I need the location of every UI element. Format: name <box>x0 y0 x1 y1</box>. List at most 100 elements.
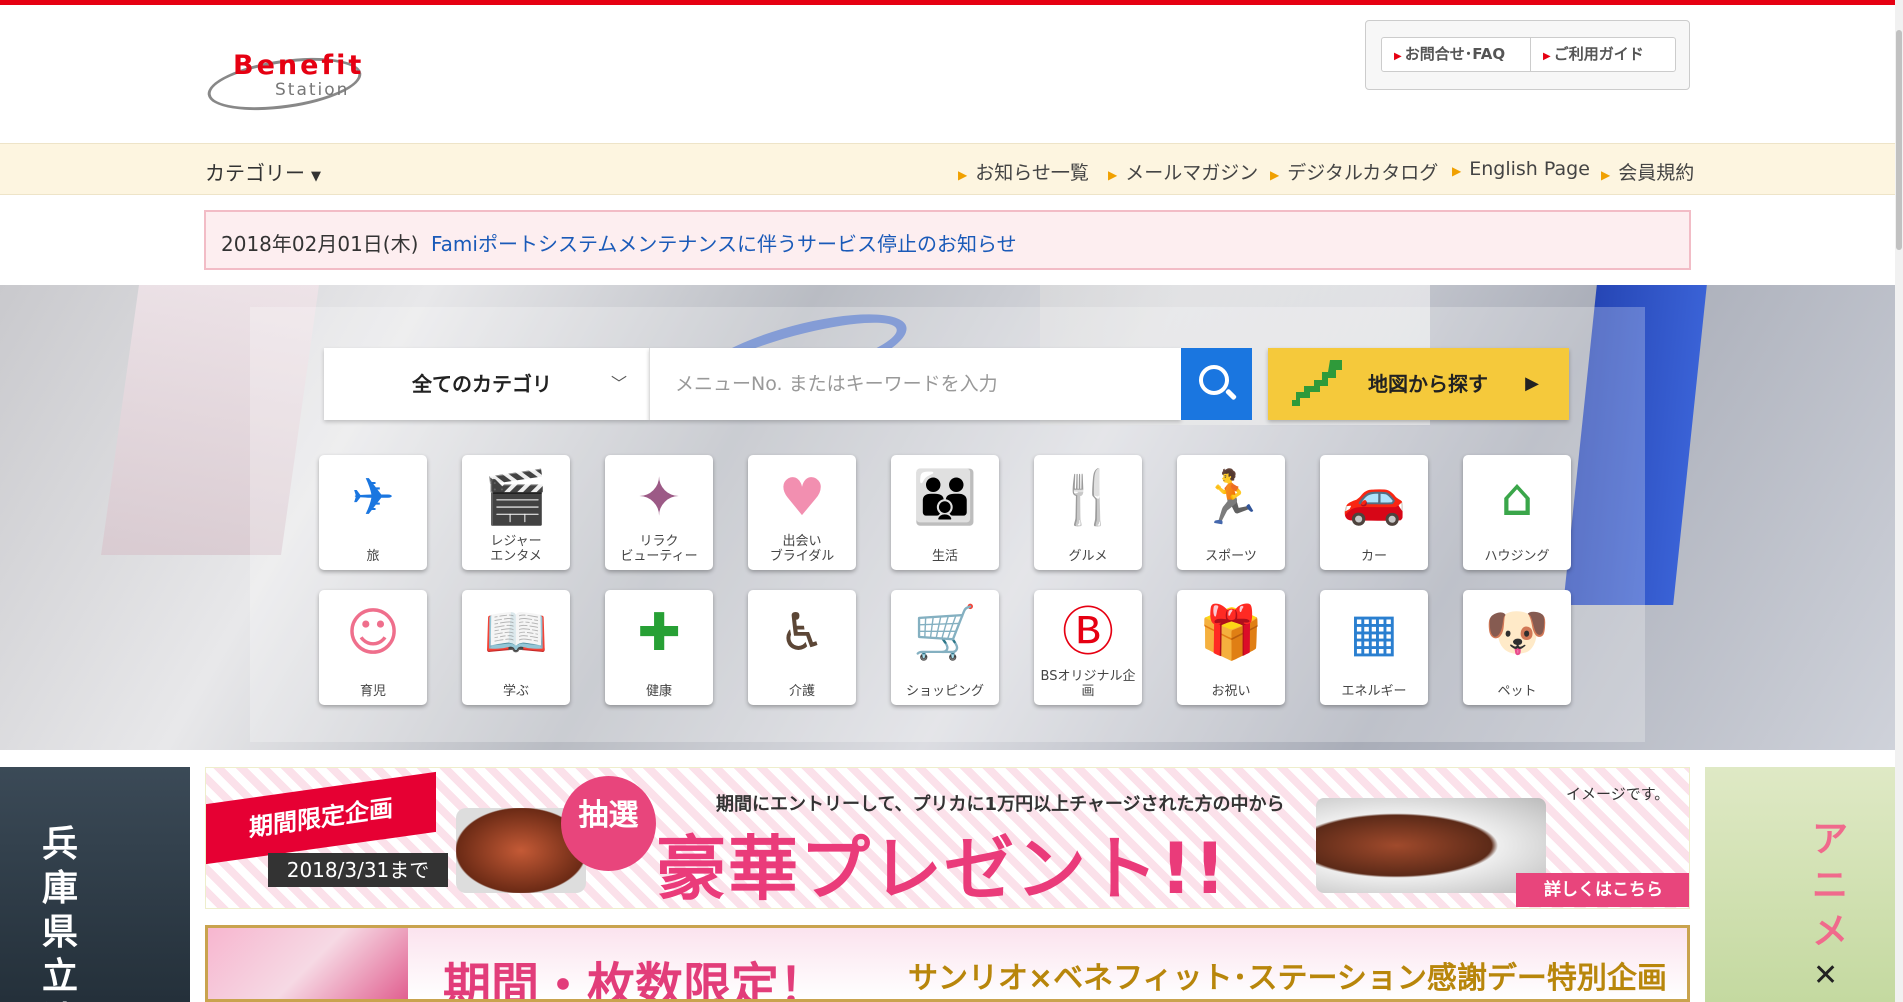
nav-link-label: お知らせ一覧 <box>975 162 1089 184</box>
category-tile[interactable]: 🐶 ペット <box>1463 590 1571 705</box>
nav-link-digital-catalog[interactable]: ▶ デジタルカタログ <box>1270 158 1438 185</box>
house-icon: ⌂ <box>1500 468 1534 528</box>
triangle-right-icon: ▶ <box>1270 168 1280 182</box>
image-note: イメージです。 <box>1566 785 1670 803</box>
category-label: カー <box>1360 549 1387 564</box>
triangle-right-icon: ▶ <box>1525 373 1539 394</box>
promo-tag: 期間限定企画 <box>206 771 436 865</box>
triangle-right-icon: ▶ <box>1452 164 1462 178</box>
map-search-button[interactable]: 地図から探す ▶ <box>1268 348 1569 420</box>
right-side-ad[interactable]: アニメ <box>1705 767 1895 1002</box>
category-label: リラク ビューティー <box>620 534 698 564</box>
gift-icon: 🎁 <box>1198 603 1264 663</box>
plus-cross-icon: ✚ <box>637 603 681 663</box>
promo-details-button[interactable]: 詳しくはこちら <box>1516 873 1689 907</box>
category-tile[interactable]: 🚗 カー <box>1320 455 1428 570</box>
promo-banner-sanrio[interactable]: 期間・枚数限定！ サンリオ×ベネフィット･ステーション感謝デー特別企画 <box>205 925 1690 1002</box>
left-ad-text: 兵庫県立淡 <box>41 823 78 1002</box>
category-label: 出会い ブライダル <box>769 534 835 564</box>
category-label: お祝い <box>1211 684 1251 699</box>
search-button[interactable] <box>1181 348 1252 420</box>
japan-map-icon <box>1292 360 1342 406</box>
faq-label: お問合せ･FAQ <box>1404 45 1506 63</box>
right-ad-text: アニメ <box>1811 819 1848 952</box>
category-label: 生活 <box>931 549 958 564</box>
category-tile[interactable]: 🍴 グルメ <box>1034 455 1142 570</box>
nav-link-terms[interactable]: ▶ 会員規約 <box>1601 158 1694 185</box>
category-label: エネルギー <box>1341 684 1407 699</box>
category-tile[interactable]: 📖 学ぶ <box>462 590 570 705</box>
news-date: 2018年02月01日(木) <box>221 232 419 256</box>
category-tile[interactable]: Ⓑ BSオリジナル企画 <box>1034 590 1142 705</box>
category-tile[interactable]: ✦ リラク ビューティー <box>605 455 713 570</box>
search-input[interactable] <box>649 348 1181 420</box>
promo-until-date: 2018/3/31まで <box>268 853 448 887</box>
category-label: 旅 <box>366 549 380 564</box>
category-label: ハウジング <box>1484 549 1550 564</box>
nav-link-label: メールマガジン <box>1125 162 1259 184</box>
bs-logo-icon: Ⓑ <box>1061 603 1114 663</box>
category-menu[interactable]: カテゴリー ▼ <box>205 157 321 186</box>
category-tile[interactable]: ▦ エネルギー <box>1320 590 1428 705</box>
scrollbar[interactable] <box>1895 0 1903 1002</box>
faq-button[interactable]: ▶ お問合せ･FAQ <box>1381 37 1531 72</box>
fork-knife-icon: 🍴 <box>1055 468 1121 528</box>
caret-down-icon: ▼ <box>311 169 321 184</box>
cart-icon: 🛒 <box>912 603 978 663</box>
help-links-box: ▶ お問合せ･FAQ ▶ ご利用ガイド <box>1365 20 1690 90</box>
triangle-right-icon: ▶ <box>1108 168 1118 182</box>
guide-button[interactable]: ▶ ご利用ガイド <box>1530 37 1676 72</box>
category-label: 学ぶ <box>502 684 529 699</box>
map-button-label: 地図から探す <box>1368 372 1488 396</box>
category-tile[interactable]: 🛒 ショッピング <box>891 590 999 705</box>
category-tile[interactable]: 👪 生活 <box>891 455 999 570</box>
page: Benefit Station ▶ お問合せ･FAQ ▶ ご利用ガイド カテゴリー ▼… <box>0 0 1903 1002</box>
solar-panel-icon: ▦ <box>1349 603 1399 663</box>
category-tile[interactable]: ✚ 健康 <box>605 590 713 705</box>
lottery-badge: 抽選 <box>561 776 656 871</box>
news-bar: 2018年02月01日(木) Famiポートシステムメンテナンスに伴うサービス停… <box>204 210 1691 270</box>
left-side-ad[interactable]: 兵庫県立淡 <box>0 767 190 1002</box>
category-menu-label: カテゴリー <box>205 161 305 185</box>
category-label: ペット <box>1497 684 1537 699</box>
category-tile[interactable]: 🎬 レジャー エンタメ <box>462 455 570 570</box>
category-tile[interactable]: 🏃 スポーツ <box>1177 455 1285 570</box>
sparkle-icon: ✦ <box>637 468 681 528</box>
chevron-down-icon: ﹀ <box>610 374 627 393</box>
book-icon: 📖 <box>483 603 549 663</box>
guide-label: ご利用ガイド <box>1553 45 1644 63</box>
category-select[interactable]: 全てのカテゴリ ﹀ <box>324 348 649 420</box>
category-label: 健康 <box>645 684 672 699</box>
nav-link-english-page[interactable]: ▶ English Page <box>1452 158 1590 180</box>
logo-main-text: Benefit <box>233 50 365 81</box>
top-accent-line <box>0 0 1895 5</box>
benefit-station-logo[interactable]: Benefit Station <box>204 30 365 119</box>
close-icon[interactable]: ✕ <box>1813 958 1838 993</box>
baby-face-icon: ☺ <box>345 603 401 663</box>
category-label: BSオリジナル企画 <box>1040 669 1136 699</box>
category-tile[interactable]: ✈ 旅 <box>319 455 427 570</box>
promo-banner-lottery[interactable]: 期間限定企画 2018/3/31まで 抽選 期間にエントリーして、プリカに1万円… <box>205 767 1690 909</box>
category-tile[interactable]: ☺ 育児 <box>319 590 427 705</box>
category-label: レジャー エンタメ <box>490 534 542 564</box>
promo2-subtitle: サンリオ×ベネフィット･ステーション感謝デー特別企画 <box>908 961 1667 996</box>
crab-steak-image <box>1316 798 1546 893</box>
triangle-right-icon: ▶ <box>1394 51 1402 62</box>
logo-sub-text: Station <box>275 80 350 100</box>
category-tile[interactable]: ♿ 介護 <box>748 590 856 705</box>
category-label: スポーツ <box>1205 549 1257 564</box>
nav-link-label: English Page <box>1469 158 1590 180</box>
news-link[interactable]: Famiポートシステムメンテナンスに伴うサービス停止のお知らせ <box>431 228 1017 257</box>
nav-link-news[interactable]: ▶ お知らせ一覧 <box>958 158 1089 185</box>
category-tile[interactable]: 🎁 お祝い <box>1177 590 1285 705</box>
nav-link-label: 会員規約 <box>1618 162 1695 184</box>
nav-link-label: デジタルカタログ <box>1287 162 1439 184</box>
nav-link-mail-magazine[interactable]: ▶ メールマガジン <box>1108 158 1258 185</box>
category-tile[interactable]: ⌂ ハウジング <box>1463 455 1571 570</box>
category-label: グルメ <box>1068 549 1108 564</box>
sanrio-image <box>208 928 408 999</box>
car-icon: 🚗 <box>1341 468 1407 528</box>
category-tile[interactable]: ♥ 出会い ブライダル <box>748 455 856 570</box>
scrollbar-thumb[interactable] <box>1896 30 1902 250</box>
dog-icon: 🐶 <box>1484 603 1550 663</box>
